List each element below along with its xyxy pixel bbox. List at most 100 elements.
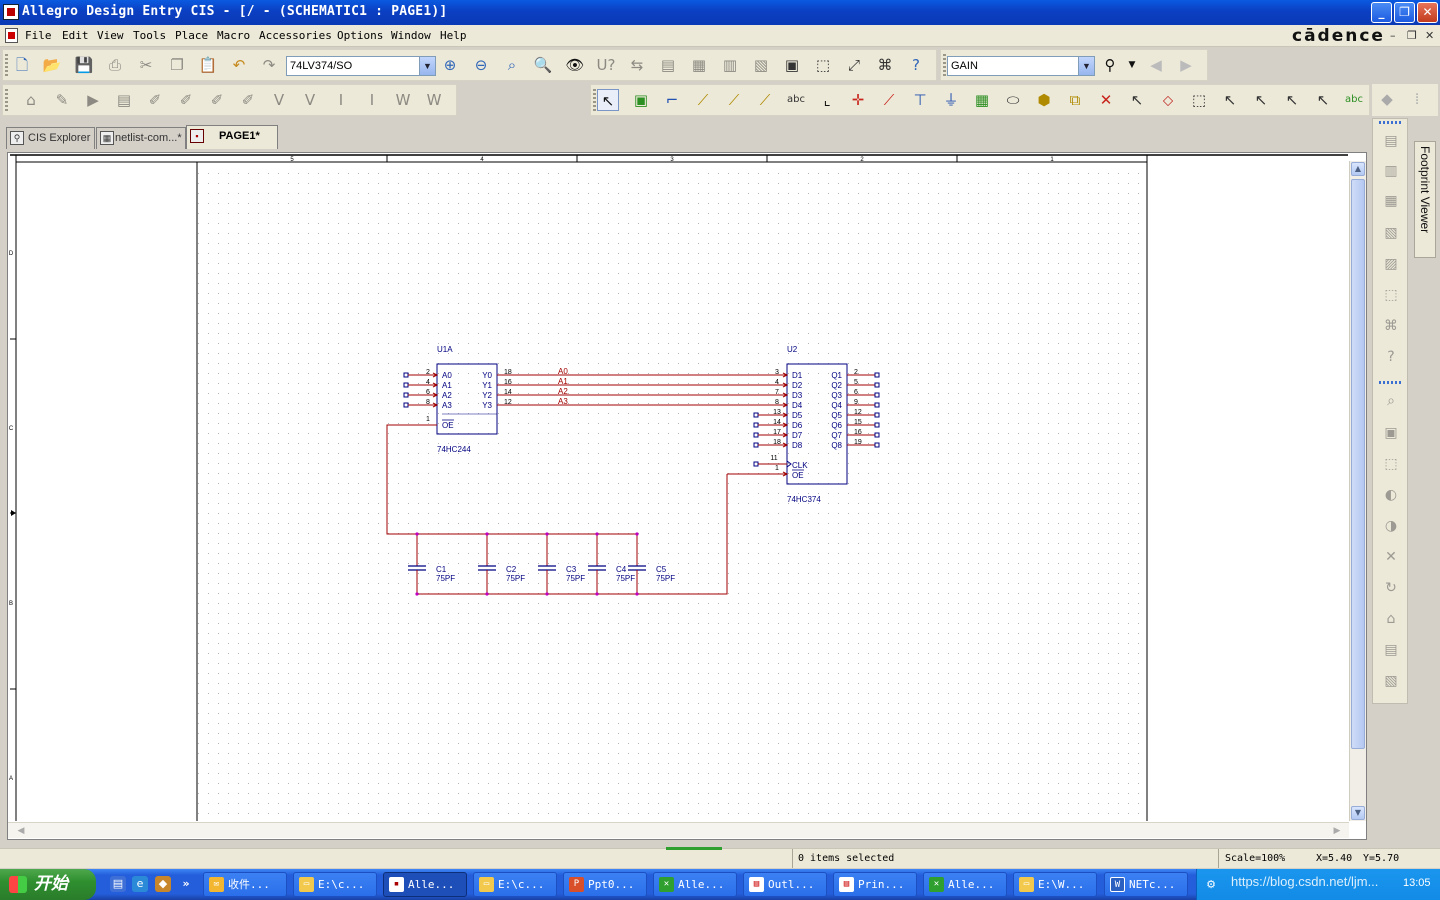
home-icon[interactable]: ⌂: [1381, 609, 1401, 629]
place-bus-entry-icon[interactable]: ⌞: [816, 89, 838, 111]
search-combo[interactable]: GAIN ▼: [947, 56, 1095, 76]
place-hierarchical-block-icon[interactable]: ▦: [971, 89, 993, 111]
task-print[interactable]: ▤ Prin...: [833, 872, 917, 897]
mdi-close-button[interactable]: ✕: [1425, 29, 1434, 42]
palette-icon-18[interactable]: ▧: [1381, 671, 1401, 691]
menu-file[interactable]: File: [25, 29, 52, 42]
scroll-right-icon[interactable]: ▶: [1330, 824, 1344, 838]
area-select-icon[interactable]: ⬚: [812, 54, 834, 76]
menu-macro[interactable]: Macro: [217, 29, 250, 42]
select-icon[interactable]: ↖: [597, 89, 619, 111]
marker-power-icon[interactable]: ✐: [237, 89, 259, 111]
cut-icon[interactable]: ✂: [135, 54, 157, 76]
bias-v-icon[interactable]: V: [268, 89, 290, 111]
tab-netlist[interactable]: ▦ netlist-com...*: [96, 127, 186, 149]
binoculars-icon[interactable]: ⚲: [1099, 54, 1121, 76]
palette-icon-14[interactable]: ✕: [1381, 547, 1401, 567]
bom-icon[interactable]: ▧: [750, 54, 772, 76]
back-icon[interactable]: ◀: [1145, 54, 1167, 76]
place-junction-icon[interactable]: ✛: [847, 89, 869, 111]
chevron-down-icon[interactable]: ▼: [1121, 54, 1143, 76]
place-pin-icon[interactable]: ⬢: [1033, 89, 1055, 111]
marker-voltage-icon[interactable]: ✐: [144, 89, 166, 111]
arc-icon[interactable]: ↖: [1219, 89, 1241, 111]
annotate-icon[interactable]: U?: [595, 54, 617, 76]
menu-edit[interactable]: Edit: [62, 29, 89, 42]
bezier-icon[interactable]: ↖: [1312, 89, 1334, 111]
place-no-connect-icon[interactable]: ✕: [1095, 89, 1117, 111]
bias-w-icon[interactable]: W: [392, 89, 414, 111]
maximize-button[interactable]: ❐: [1394, 2, 1415, 23]
zoom-in-icon[interactable]: ⊕: [439, 54, 461, 76]
menu-window[interactable]: Window: [391, 29, 431, 42]
app-icon[interactable]: [3, 4, 19, 20]
place-vcc-icon[interactable]: ⊤: [909, 89, 931, 111]
ieee-icon[interactable]: ◆: [1376, 88, 1398, 110]
mdi-restore-button[interactable]: ❐: [1407, 29, 1417, 42]
zoom-area-icon[interactable]: ⌕: [501, 54, 523, 76]
quicklaunch-icon[interactable]: ◆: [155, 876, 171, 892]
help-icon[interactable]: ?: [905, 54, 927, 76]
crossref-icon[interactable]: ▥: [719, 54, 741, 76]
polyline-icon[interactable]: ↖: [1250, 89, 1272, 111]
open-icon[interactable]: 📂: [41, 54, 63, 76]
new-simulation-icon[interactable]: ⌂: [20, 89, 42, 111]
palette-icon-8[interactable]: ?: [1381, 347, 1401, 367]
minimize-button[interactable]: _: [1371, 2, 1392, 23]
menu-view[interactable]: View: [97, 29, 124, 42]
drc-icon[interactable]: ▤: [657, 54, 679, 76]
rectangle-icon[interactable]: ⬦: [1157, 89, 1179, 111]
snap-grid-icon[interactable]: ▣: [781, 54, 803, 76]
palette-icon-4[interactable]: ▧: [1381, 223, 1401, 243]
task-allegro-1[interactable]: ▪ Alle...: [383, 872, 467, 897]
save-icon[interactable]: 💾: [73, 54, 95, 76]
task-folder-3[interactable]: ▭ E:\W...: [1013, 872, 1097, 897]
line-icon[interactable]: ↖: [1281, 89, 1303, 111]
palette-icon-12[interactable]: ◐: [1381, 485, 1401, 505]
menu-accessories[interactable]: Accessories: [259, 29, 332, 42]
tab-page1[interactable]: ▪ PAGE1*: [186, 125, 278, 149]
ie-icon[interactable]: e: [132, 876, 148, 892]
place-net-alias-icon[interactable]: abc: [785, 89, 807, 111]
zoom-out-icon[interactable]: ⊖: [470, 54, 492, 76]
forward-icon[interactable]: ▶: [1175, 54, 1197, 76]
tray-icon[interactable]: ⚙: [1203, 877, 1219, 893]
task-folder-1[interactable]: ▭ E:\c...: [293, 872, 377, 897]
palette-icon-13[interactable]: ◑: [1381, 516, 1401, 536]
palette-icon-2[interactable]: ▥: [1381, 161, 1401, 181]
palette-icon-6[interactable]: ⬚: [1381, 285, 1401, 305]
palette-icon-11[interactable]: ⬚: [1381, 454, 1401, 474]
pin-array-icon[interactable]: ⦙: [1406, 88, 1428, 110]
place-port-icon[interactable]: ⬭: [1002, 89, 1024, 111]
task-allegro-3[interactable]: ✕ Alle...: [923, 872, 1007, 897]
place-auto-wire-icon[interactable]: ⟋: [723, 89, 745, 111]
marker-diff-icon[interactable]: ✐: [175, 89, 197, 111]
chevron-down-icon[interactable]: ▼: [1078, 57, 1094, 75]
new-icon[interactable]: 🗋: [11, 54, 33, 76]
pointer-icon[interactable]: ↖: [1126, 89, 1148, 111]
undo-icon[interactable]: ↶: [228, 54, 250, 76]
paste-icon[interactable]: 📋: [197, 54, 219, 76]
task-ppt[interactable]: P Ppt0...: [563, 872, 647, 897]
menu-options[interactable]: Options: [337, 29, 383, 42]
view-results-icon[interactable]: ▤: [113, 89, 135, 111]
place-text-icon[interactable]: abc: [1343, 89, 1365, 111]
bias-w-toggle-icon[interactable]: W: [423, 89, 445, 111]
place-part-icon[interactable]: ▣: [630, 89, 652, 111]
menu-place[interactable]: Place: [175, 29, 208, 42]
run-icon[interactable]: ▶: [82, 89, 104, 111]
scroll-down-icon[interactable]: ▼: [1351, 806, 1365, 820]
palette-icon-5[interactable]: ▨: [1381, 254, 1401, 274]
schematic-canvas[interactable]: 5 4 3 2 1 D C B A U1A 74HC244 2 A0 4 A1 6 A2 8 A3 18 Y0 16 Y1 1…: [7, 152, 1367, 840]
place-ground-icon[interactable]: ⏚: [940, 89, 962, 111]
copy-icon[interactable]: ❐: [166, 54, 188, 76]
place-off-page-icon[interactable]: ⧉: [1064, 89, 1086, 111]
ellipse-icon[interactable]: ⬚: [1188, 89, 1210, 111]
more-icon[interactable]: »: [178, 876, 194, 892]
project-manager-icon[interactable]: ⌘: [874, 54, 896, 76]
palette-icon-15[interactable]: ↻: [1381, 578, 1401, 598]
back-annotate-icon[interactable]: ⇆: [626, 54, 648, 76]
start-button[interactable]: 开始: [0, 869, 96, 900]
netlist-icon[interactable]: ▦: [688, 54, 710, 76]
marker-current-icon[interactable]: ✐: [206, 89, 228, 111]
